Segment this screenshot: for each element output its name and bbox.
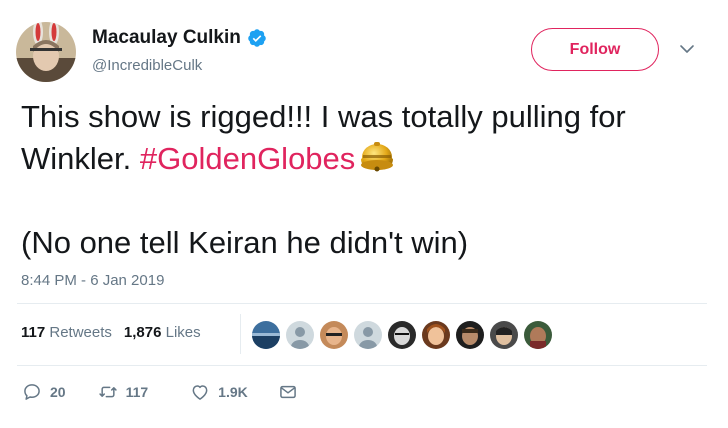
retweet-button[interactable]: 117 [98, 382, 149, 402]
hashtag-link[interactable]: #GoldenGlobes [140, 141, 355, 176]
reply-icon [24, 384, 40, 400]
liker-avatar[interactable] [250, 319, 282, 351]
tweet-actions: 20 117 1.9K [22, 382, 298, 402]
like-button[interactable]: 1.9K [190, 382, 248, 402]
retweets-count: 117 [21, 324, 46, 341]
user-handle[interactable]: @IncredibleCulk [92, 57, 202, 74]
like-count: 1.9K [218, 384, 248, 400]
golden-globe-bell-emoji [361, 142, 394, 172]
likes-stat[interactable]: 1,876 Likes [124, 324, 201, 341]
tweet-line-2: Winkler. #GoldenGlobes [21, 138, 711, 180]
direct-message-button[interactable] [278, 382, 298, 402]
tweet-text: This show is rigged!!! I was totally pul… [21, 96, 711, 264]
tweet-line-3: (No one tell Keiran he didn't win) [21, 225, 469, 260]
reply-count: 20 [50, 384, 66, 400]
avatar[interactable] [16, 22, 76, 82]
liker-avatar[interactable] [352, 319, 384, 351]
liker-avatar[interactable] [488, 319, 520, 351]
avatar-image [16, 22, 76, 82]
stats-separator [240, 314, 241, 354]
verified-badge-icon [248, 29, 266, 47]
heart-icon [192, 385, 208, 400]
retweets-stat[interactable]: 117 Retweets [21, 324, 112, 341]
user-name-line[interactable]: Macaulay Culkin [92, 27, 267, 49]
likes-count: 1,876 [123, 324, 162, 341]
retweets-label: Retweets [49, 324, 112, 341]
likes-label: Likes [165, 324, 201, 341]
chevron-down-icon[interactable] [678, 40, 696, 58]
retweet-icon [98, 386, 117, 398]
tweet-line-1: This show is rigged!!! I was totally pul… [21, 99, 626, 134]
likers-avatars[interactable] [250, 319, 556, 351]
reply-button[interactable]: 20 [22, 382, 66, 402]
tweet-stats: 117 Retweets 1,876 Likes [21, 324, 201, 341]
liker-avatar[interactable] [420, 319, 452, 351]
liker-avatar[interactable] [318, 319, 350, 351]
display-name[interactable]: Macaulay Culkin [92, 27, 241, 49]
liker-avatar[interactable] [522, 319, 554, 351]
tweet-line-2-text: Winkler. [21, 141, 140, 176]
tweet-timestamp[interactable]: 8:44 PM - 6 Jan 2019 [21, 272, 164, 289]
divider-bottom [17, 365, 707, 366]
divider-top [17, 303, 707, 304]
liker-avatar[interactable] [284, 319, 316, 351]
liker-avatar[interactable] [386, 319, 418, 351]
envelope-icon [279, 385, 296, 399]
liker-avatar[interactable] [454, 319, 486, 351]
follow-button[interactable]: Follow [531, 28, 659, 71]
retweet-count: 117 [125, 384, 149, 400]
